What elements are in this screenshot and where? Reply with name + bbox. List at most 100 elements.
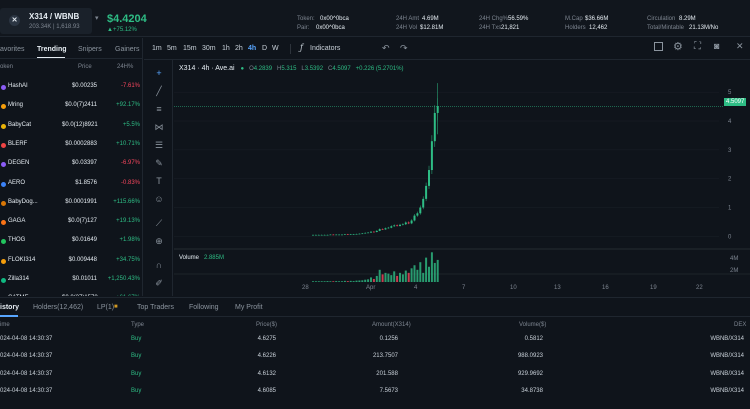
token-row[interactable]: Mring $0.0(7)2411 +92.17%: [0, 102, 142, 120]
trade-price: 4.6226: [257, 353, 276, 360]
price-chart[interactable]: 0 1 2 3 4 5 28 Apr 4 7 10 13 16 19 22 X314 · 4h · Ave…: [174, 60, 750, 296]
trendline-icon[interactable]: ╱: [154, 86, 164, 96]
volume-bar: [352, 281, 355, 282]
volume-bar: [349, 280, 352, 282]
indicators-button[interactable]: Indicators: [310, 45, 340, 52]
token-row[interactable]: HashAI $0.00235 -7.61%: [0, 83, 142, 101]
ruler-icon[interactable]: ⟋: [154, 218, 164, 228]
token-row[interactable]: CATME $0.0(27)1578+61.67%: [0, 295, 142, 296]
settings-icon[interactable]: ⚙: [673, 40, 683, 53]
tab-following[interactable]: Following: [189, 304, 219, 311]
trade-time: 024-04-08 14:30:37: [0, 370, 53, 377]
volume-bar: [317, 281, 320, 282]
token-row[interactable]: Zilla314 $0.01011 +1,250.43%: [0, 276, 142, 294]
candle-body: [355, 234, 358, 235]
token-row[interactable]: BLERF $0.0002883 +10.71%: [0, 140, 142, 159]
fullscreen-icon[interactable]: [654, 42, 663, 51]
tab-gainers[interactable]: Gainers: [115, 46, 140, 53]
volume-bar: [341, 281, 343, 282]
tab-lp[interactable]: LP(1): [97, 304, 114, 311]
horizontal-lines-icon[interactable]: ≡: [154, 104, 164, 114]
ohlc-c: 4.5097: [332, 66, 351, 72]
volume-bar: [312, 281, 314, 282]
indicators-icon[interactable]: ƒ: [300, 43, 303, 52]
pair-label: Pair:: [297, 25, 310, 31]
token-row[interactable]: AERO $1.8576 -0.83%: [0, 179, 142, 198]
tf-15m[interactable]: 15m: [183, 45, 197, 52]
token-change: -0.83%: [120, 179, 140, 186]
token-row[interactable]: FLOKI314 $0.009448 +34.75%: [0, 257, 142, 275]
x-tick-label: 7: [462, 285, 466, 291]
token-name: Mring: [8, 102, 24, 109]
token-change: +10.71%: [116, 140, 140, 147]
redo-icon[interactable]: ↷: [400, 43, 408, 54]
token-row[interactable]: BabyDog... $0.0001991 +115.66%: [0, 199, 142, 217]
pair-address[interactable]: 0x00^0bca: [316, 25, 345, 31]
token-row[interactable]: BabyCat $0.0(12)8921 +5.5%: [0, 122, 142, 140]
lock-icon[interactable]: ✐: [154, 278, 164, 288]
candle-body: [372, 231, 375, 233]
tab-top-traders[interactable]: Top Traders: [137, 304, 174, 311]
pair-selector[interactable]: ✕ X314 / WBNB 203.34K | 1,618.93: [0, 8, 92, 34]
token-change: -7.61%: [120, 83, 140, 89]
tf-2h[interactable]: 2h: [235, 45, 243, 52]
tf-30m[interactable]: 30m: [202, 45, 216, 52]
volume-value: 2.885M: [203, 255, 224, 261]
candle-body: [390, 226, 393, 228]
token-icon: [1, 181, 6, 187]
token-icon: [1, 220, 6, 226]
volume-bar: [401, 274, 404, 282]
camera-icon[interactable]: ◙: [714, 41, 719, 51]
y-tick-label: 1: [728, 206, 732, 212]
tf-week[interactable]: W: [272, 45, 279, 52]
trade-volume: 988.0923: [517, 353, 543, 360]
token-price: $0.0(27)1578: [62, 295, 98, 296]
volume-bar: [378, 269, 381, 282]
volume-bar: [413, 265, 416, 282]
chart-svg[interactable]: 0 1 2 3 4 5 28 Apr 4 7 10 13 16 19 22: [174, 60, 750, 296]
candle-body: [358, 233, 361, 235]
crosshair-icon[interactable]: +: [154, 68, 164, 78]
volume-legend: Volume 2.885M: [179, 254, 224, 261]
brush-icon[interactable]: ✎: [154, 158, 164, 168]
trade-dex: WBNB/X314: [710, 387, 744, 394]
token-address[interactable]: 0x00^0bca: [320, 16, 349, 22]
text-icon[interactable]: T: [154, 176, 164, 186]
token-name: GAGA: [8, 218, 26, 225]
volume-bar: [384, 272, 387, 282]
tf-4h[interactable]: 4h: [248, 45, 256, 52]
tf-day[interactable]: D: [262, 45, 267, 52]
tf-1m[interactable]: 1m: [152, 45, 162, 52]
token-row[interactable]: DEGEN $0.03397 -6.97%: [0, 160, 142, 178]
tab-history[interactable]: istory: [0, 304, 19, 311]
tab-my-profit[interactable]: My Profit: [235, 304, 263, 311]
candle-body: [428, 170, 430, 186]
token-change: +61.67%: [100, 295, 140, 296]
tab-favorites[interactable]: avorites: [0, 46, 25, 53]
token-row[interactable]: GAGA $0.0(7)127 +19.13%: [0, 218, 142, 236]
magnet-icon[interactable]: ∩: [154, 260, 164, 270]
tab-snipers[interactable]: Snipers: [78, 46, 102, 53]
tf-5m[interactable]: 5m: [167, 45, 177, 52]
token-price: $0.00235: [71, 83, 97, 89]
tab-holders[interactable]: Holders(12,462): [33, 304, 83, 311]
fib-icon[interactable]: ☰: [154, 140, 164, 150]
volume-bar: [422, 272, 425, 282]
ohlc-change: +0.226 (5.2701%): [355, 66, 404, 72]
tf-1h[interactable]: 1h: [222, 45, 230, 52]
close-icon[interactable]: ✕: [736, 41, 744, 52]
tab-trending[interactable]: Trending: [37, 46, 67, 53]
undo-icon[interactable]: ↶: [382, 43, 390, 54]
pattern-icon[interactable]: ⋈: [154, 122, 164, 132]
chevron-down-icon[interactable]: ▾: [95, 14, 99, 22]
volume-bar: [428, 266, 430, 282]
ohlc-l: 3.5392: [304, 66, 324, 72]
emoji-icon[interactable]: ☺: [154, 194, 164, 204]
volume-bar: [393, 271, 396, 282]
zoom-in-icon[interactable]: ⊕: [154, 236, 164, 246]
token-row[interactable]: THOG $0.01649 +1.98%: [0, 237, 142, 255]
x-tick-label: 4: [414, 285, 418, 291]
candle-body: [326, 234, 329, 236]
expand-icon[interactable]: ⛶: [694, 41, 701, 52]
volume-bar: [370, 277, 372, 282]
